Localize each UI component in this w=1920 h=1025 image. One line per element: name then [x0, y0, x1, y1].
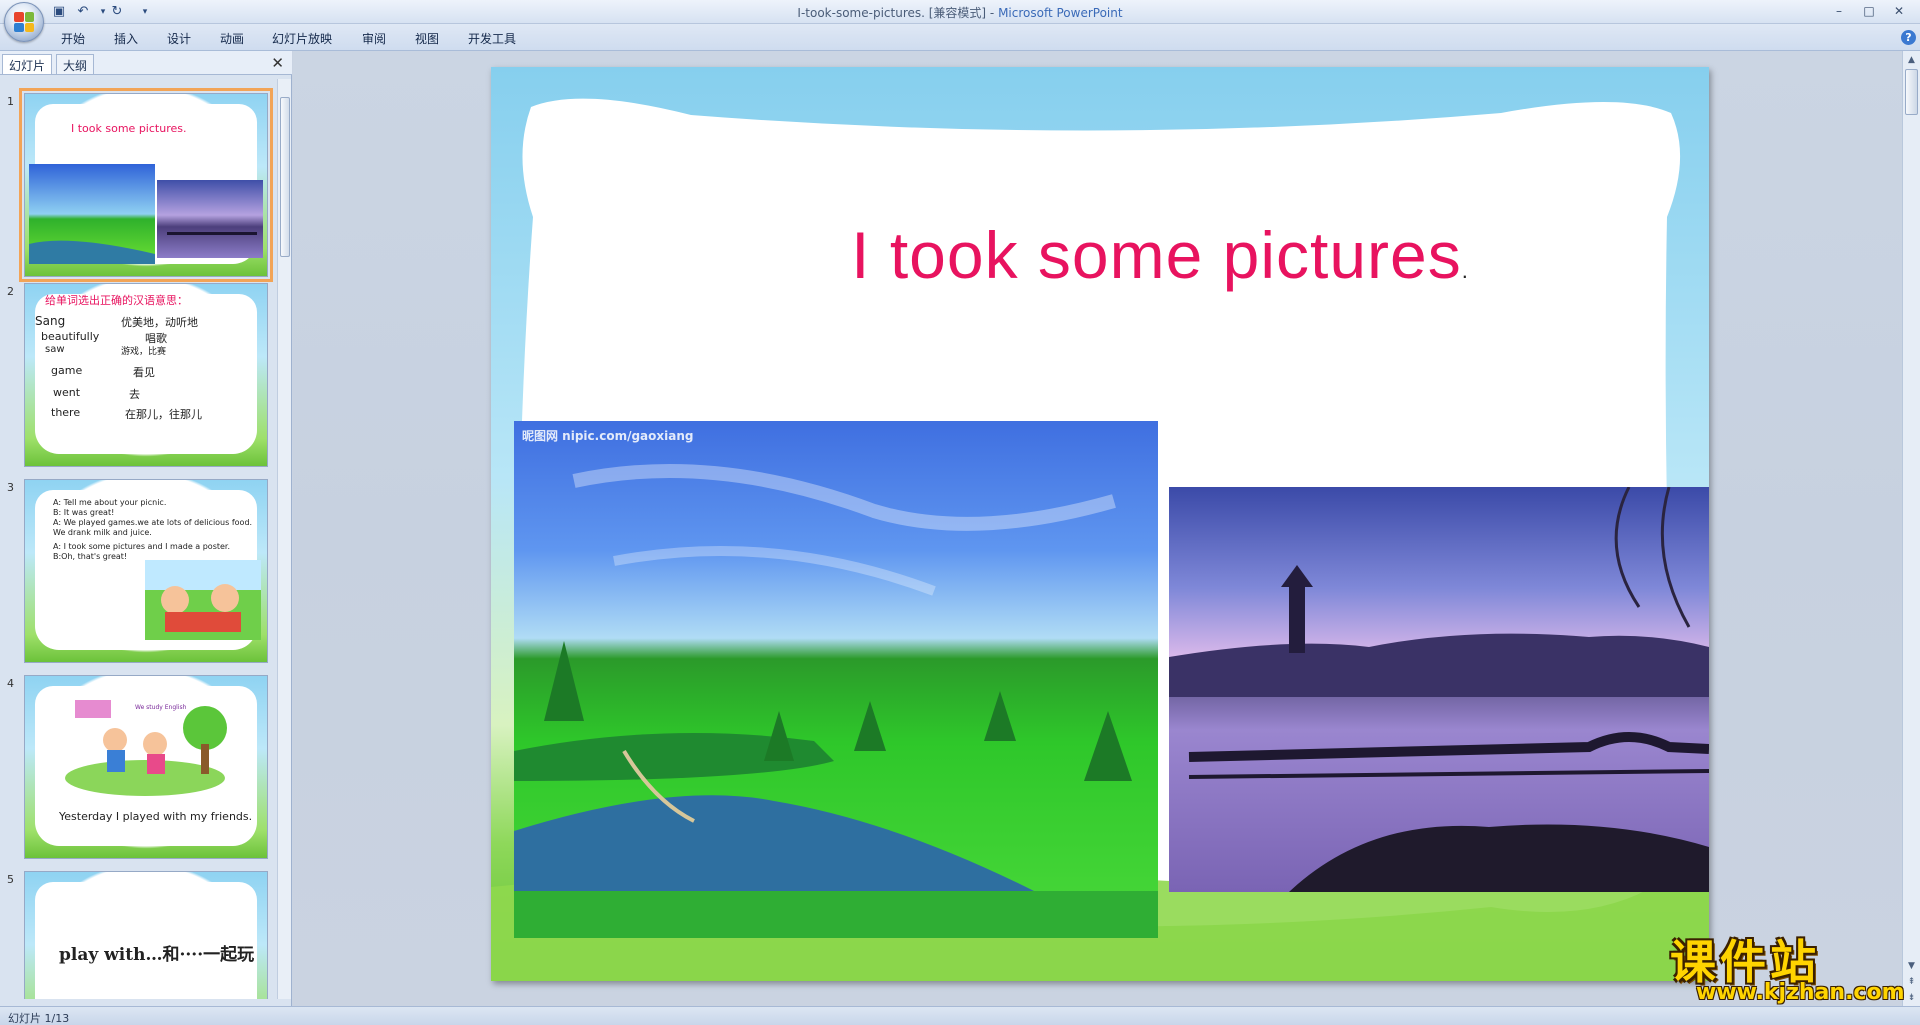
word-en: there	[51, 406, 81, 419]
slide-thumbnail-3[interactable]: A: Tell me about your picnic. B: It was …	[24, 479, 268, 663]
tab-slideshow[interactable]: 幻灯片放映	[266, 29, 338, 48]
slide-title[interactable]: I took some pictures.	[491, 217, 1709, 293]
scrollbar-thumb[interactable]	[280, 97, 290, 257]
word-en: saw	[45, 344, 65, 355]
thumb-phrase: play with…和····一起玩	[59, 945, 255, 965]
dialog-line: A: Tell me about your picnic.	[53, 498, 167, 507]
word-cn: 优美地，动听地	[121, 316, 198, 329]
thumb-heading: 给单词选出正确的汉语意思：	[45, 294, 188, 307]
tab-developer[interactable]: 开发工具	[462, 29, 522, 48]
picture-watermark: 昵图网 nipic.com/gaoxiang	[522, 429, 694, 443]
dialog-line: We drank milk and juice.	[53, 528, 152, 537]
window-title: I-took-some-pictures. [兼容模式] - Microsoft…	[0, 4, 1920, 21]
document-name: I-took-some-pictures. [兼容模式] -	[797, 6, 999, 20]
watermark-url: www.kjzhan.com	[1696, 980, 1905, 1005]
field-picture[interactable]: 昵图网 nipic.com/gaoxiang	[514, 421, 1158, 938]
slide-title-text: I took some pictures	[851, 218, 1462, 292]
tab-view[interactable]: 视图	[409, 29, 445, 48]
office-logo-icon	[14, 12, 34, 32]
dialog-line: A: I took some pictures and I made a pos…	[53, 542, 231, 551]
restore-button[interactable]: □	[1856, 2, 1882, 20]
field-picture-thumb	[29, 164, 155, 264]
word-en: game	[51, 364, 83, 377]
office-button[interactable]	[4, 2, 44, 42]
site-watermark: 课件站 www.kjzhan.com	[1670, 926, 1910, 1006]
banner-text: We study English	[135, 704, 187, 711]
help-icon[interactable]: ?	[1901, 30, 1916, 45]
word-en: Sang	[35, 314, 66, 328]
thumbnail-number: 2	[7, 285, 14, 298]
word-cn: 看见	[133, 366, 155, 379]
slide-thumbnail-1[interactable]: I took some pictures.	[19, 88, 273, 282]
thumbnail-number: 5	[7, 873, 14, 886]
tab-slides[interactable]: 幻灯片	[2, 54, 53, 74]
slide-editor: I took some pictures. 昵图网 nipic.com/gaox…	[293, 51, 1902, 1006]
editor-scrollbar[interactable]: ▲ ▼ ⇞ ⇟	[1902, 51, 1920, 1006]
status-bar: 幻灯片 1/13	[0, 1006, 1920, 1025]
slide-thumbnail-2[interactable]: 给单词选出正确的汉语意思： Sang 优美地，动听地 beautifully 唱…	[24, 283, 268, 467]
tab-design[interactable]: 设计	[161, 29, 197, 48]
word-cn: 去	[129, 388, 140, 401]
scroll-up-icon[interactable]: ▲	[1905, 53, 1918, 67]
dialog-line: B:Oh, that's great!	[53, 552, 128, 561]
tab-review[interactable]: 审阅	[356, 29, 392, 48]
thumbnail-number: 1	[7, 95, 14, 108]
dialog-line: A: We played games.we ate lots of delici…	[53, 518, 253, 527]
word-cn: 游戏，比赛	[121, 347, 167, 357]
thumbnail-list: 1 I took some pictures. 2 给单词选出正确的汉语意思： …	[0, 79, 276, 999]
word-en: went	[53, 386, 81, 399]
panel-tabs: 幻灯片 大纲 ✕	[0, 51, 292, 75]
scrollbar-thumb[interactable]	[1905, 69, 1918, 115]
thumb-caption: Yesterday I played with my friends.	[59, 810, 253, 823]
title-period: .	[1461, 258, 1469, 283]
thumb-title: I took some pictures.	[71, 122, 187, 135]
tab-home[interactable]: 开始	[55, 29, 91, 48]
picnic-illustration	[145, 560, 261, 640]
tab-animation[interactable]: 动画	[214, 29, 250, 48]
slide-thumbnail-5[interactable]: play with…和····一起玩	[24, 871, 268, 999]
panel-scrollbar[interactable]	[277, 79, 291, 999]
slides-panel: 幻灯片 大纲 ✕ 1 I took some pictures. 2 给单词选出…	[0, 51, 292, 1006]
tab-insert[interactable]: 插入	[108, 29, 144, 48]
close-button[interactable]: ✕	[1886, 2, 1912, 20]
minimize-button[interactable]: –	[1826, 2, 1852, 20]
app-name: Microsoft PowerPoint	[998, 6, 1123, 20]
title-bar: ▣ ↶ ▾ ↻ ▾ I-took-some-pictures. [兼容模式] -…	[0, 0, 1920, 24]
slide-indicator: 幻灯片 1/13	[8, 1012, 70, 1025]
tab-outline[interactable]: 大纲	[56, 54, 95, 74]
word-cn: 在那儿，往那儿	[125, 408, 202, 421]
word-en: beautifully	[41, 330, 100, 343]
field-landscape-image	[514, 421, 1158, 938]
thumbnail-number: 3	[7, 481, 14, 494]
ribbon-tabs: 开始 插入 设计 动画 幻灯片放映 审阅 视图 开发工具 ?	[0, 24, 1920, 51]
current-slide[interactable]: I took some pictures. 昵图网 nipic.com/gaox…	[491, 67, 1709, 981]
lake-picture[interactable]	[1169, 487, 1709, 892]
close-icon[interactable]: ✕	[271, 54, 284, 72]
lake-picture-thumb	[157, 180, 263, 258]
dialog-line: B: It was great!	[53, 508, 115, 517]
slide-thumbnail-4[interactable]: We study English Yesterday I played with…	[24, 675, 268, 859]
lake-pagoda-image	[1169, 487, 1709, 892]
thumbnail-number: 4	[7, 677, 14, 690]
